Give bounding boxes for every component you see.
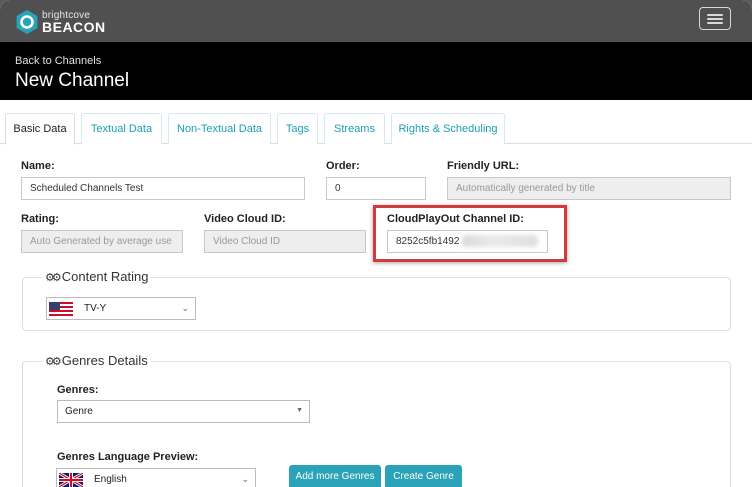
tab-basic-data[interactable]: Basic Data xyxy=(5,113,75,145)
create-genre-button[interactable]: Create Genre xyxy=(385,465,462,487)
hamburger-icon xyxy=(707,14,723,16)
order-label: Order: xyxy=(326,160,360,172)
tab-textual-data[interactable]: Textual Data xyxy=(81,113,162,144)
tab-bar: Basic Data Textual Data Non-Textual Data… xyxy=(0,100,752,145)
uk-flag-icon xyxy=(59,473,83,487)
page-header: Back to Channels New Channel xyxy=(0,42,752,100)
content-rating-value: TV-Y xyxy=(84,303,107,314)
name-input[interactable] xyxy=(21,177,305,200)
content-rating-legend: ⚙⚙ Content Rating xyxy=(42,269,152,284)
genres-language-value: English xyxy=(94,474,127,485)
genres-language-select[interactable]: English ⌄ xyxy=(56,468,256,487)
tab-non-textual-data[interactable]: Non-Textual Data xyxy=(168,113,271,144)
friendly-url-label: Friendly URL: xyxy=(447,160,520,172)
tab-streams[interactable]: Streams xyxy=(324,113,385,144)
gears-icon: ⚙⚙ xyxy=(45,272,62,284)
caret-down-icon: ▼ xyxy=(296,407,303,414)
tab-rights-scheduling[interactable]: Rights & Scheduling xyxy=(391,113,505,144)
genres-select[interactable]: Genre ▼ xyxy=(57,400,310,423)
page-title: New Channel xyxy=(15,70,130,91)
top-navbar: brightcove BEACON xyxy=(0,0,752,42)
name-label: Name: xyxy=(21,160,55,172)
gears-icon: ⚙⚙ xyxy=(45,356,62,368)
content-rating-select[interactable]: TV-Y ⌄ xyxy=(46,297,196,320)
chevron-down-icon: ⌄ xyxy=(181,303,189,313)
order-input[interactable] xyxy=(326,177,426,200)
brightcove-logo-icon[interactable] xyxy=(14,9,40,35)
rating-label: Rating: xyxy=(21,213,59,225)
tab-tags[interactable]: Tags xyxy=(277,113,318,144)
page: brightcove BEACON Back to Channels New C… xyxy=(0,0,752,487)
genres-details-legend: ⚙⚙ Genres Details xyxy=(42,353,151,368)
rating-input xyxy=(21,230,183,253)
chevron-down-icon: ⌄ xyxy=(241,474,249,484)
genres-language-preview-label: Genres Language Preview: xyxy=(57,451,199,463)
us-flag-icon xyxy=(49,302,73,316)
brand-name-big: BEACON xyxy=(42,19,106,35)
back-to-channels-link[interactable]: Back to Channels xyxy=(15,55,101,67)
genres-value: Genre xyxy=(65,406,93,417)
video-cloud-id-input xyxy=(204,230,366,253)
highlight-box xyxy=(373,205,567,262)
hamburger-menu-button[interactable] xyxy=(699,7,731,30)
genres-label: Genres: xyxy=(57,384,99,396)
add-more-genres-button[interactable]: Add more Genres xyxy=(289,465,381,487)
friendly-url-input xyxy=(447,177,731,200)
video-cloud-id-label: Video Cloud ID: xyxy=(204,213,286,225)
